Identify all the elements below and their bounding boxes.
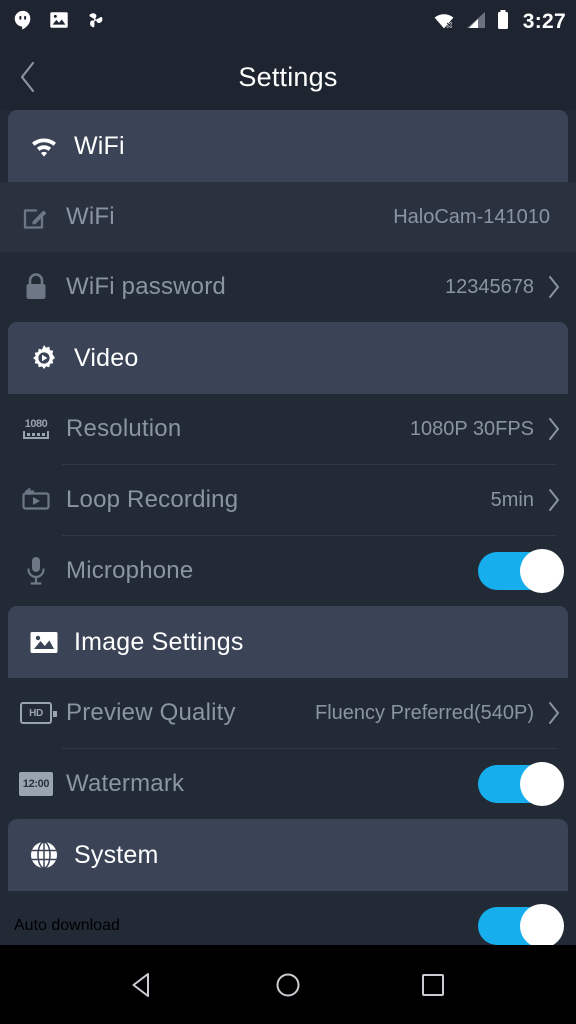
microphone-toggle[interactable] xyxy=(478,552,562,590)
row-label: Auto download xyxy=(14,917,120,935)
page-title: Settings xyxy=(0,62,576,93)
nav-recents-button[interactable] xyxy=(403,955,463,1015)
globe-icon xyxy=(22,840,66,870)
timestamp-watermark-icon: 12:00 xyxy=(14,772,58,796)
gallery-icon xyxy=(48,9,70,36)
microphone-icon xyxy=(14,555,58,587)
row-value: 1080P 30FPS xyxy=(410,418,534,441)
section-header-label: WiFi xyxy=(74,132,125,161)
status-bar-system: 3:27 xyxy=(432,9,566,36)
home-circle-icon xyxy=(273,970,303,1000)
row-label: Loop Recording xyxy=(66,486,238,514)
row-wifi-ssid[interactable]: WiFi HaloCam-141010 xyxy=(0,182,576,252)
1080p-icon: 1080 xyxy=(14,416,58,442)
row-value: 12345678 xyxy=(445,276,534,299)
chevron-right-icon xyxy=(546,274,562,300)
row-wifi-password[interactable]: WiFi password 12345678 xyxy=(0,252,576,322)
row-loop-recording[interactable]: Loop Recording 5min xyxy=(0,465,576,535)
section-header-video: Video xyxy=(8,322,568,394)
picture-icon xyxy=(22,628,66,656)
row-label: Preview Quality xyxy=(66,699,236,727)
row-label: Resolution xyxy=(66,415,181,443)
row-value: Fluency Preferred(540P) xyxy=(315,702,534,725)
row-resolution[interactable]: 1080 Resolution 1080P 30FPS xyxy=(0,394,576,464)
section-header-label: Image Settings xyxy=(74,628,244,657)
row-watermark[interactable]: 12:00 Watermark xyxy=(0,749,576,819)
hd-quality-icon: HD xyxy=(14,702,58,724)
title-bar: Settings xyxy=(0,44,576,110)
section-header-image-settings: Image Settings xyxy=(8,606,568,678)
row-label: WiFi xyxy=(66,203,115,231)
lock-icon xyxy=(14,272,58,302)
section-header-label: System xyxy=(74,841,159,870)
edit-pencil-icon xyxy=(14,202,58,232)
row-microphone[interactable]: Microphone xyxy=(0,536,576,606)
section-header-wifi: WiFi xyxy=(8,110,568,182)
back-triangle-icon xyxy=(128,970,158,1000)
status-bar-notifications xyxy=(12,9,106,36)
row-preview-quality[interactable]: HD Preview Quality Fluency Preferred(540… xyxy=(0,678,576,748)
row-label: Microphone xyxy=(66,557,193,585)
row-label: Watermark xyxy=(66,770,184,798)
row-value: 5min xyxy=(491,489,534,512)
row-label: WiFi password xyxy=(66,273,226,301)
row-auto-download[interactable]: Auto download xyxy=(0,891,576,945)
hangouts-icon xyxy=(12,9,34,36)
section-header-label: Video xyxy=(74,344,139,373)
android-navigation-bar xyxy=(0,945,576,1024)
chevron-right-icon xyxy=(546,487,562,513)
back-button[interactable] xyxy=(0,44,56,110)
recents-square-icon xyxy=(418,970,448,1000)
gear-play-icon xyxy=(22,342,66,374)
wifi-disconnected-icon xyxy=(432,10,456,35)
status-bar: 3:27 xyxy=(0,0,576,44)
section-header-system: System xyxy=(8,819,568,891)
chevron-left-icon xyxy=(18,60,38,94)
loop-recording-icon xyxy=(14,487,58,513)
toggle-knob xyxy=(520,549,564,593)
auto-download-toggle[interactable] xyxy=(478,907,562,945)
settings-list[interactable]: WiFi WiFi HaloCam-141010 WiFi password 1… xyxy=(0,110,576,945)
row-value: HaloCam-141010 xyxy=(393,206,550,229)
toggle-knob xyxy=(520,762,564,806)
nav-back-button[interactable] xyxy=(113,955,173,1015)
battery-full-icon xyxy=(496,9,510,36)
watermark-toggle[interactable] xyxy=(478,765,562,803)
wifi-icon xyxy=(22,133,66,159)
chevron-right-icon xyxy=(546,416,562,442)
cellular-signal-icon xyxy=(465,10,487,35)
chevron-right-icon xyxy=(546,700,562,726)
toggle-knob xyxy=(520,904,564,945)
status-bar-clock: 3:27 xyxy=(523,10,566,34)
nav-home-button[interactable] xyxy=(258,955,318,1015)
pinwheel-icon xyxy=(84,9,106,36)
